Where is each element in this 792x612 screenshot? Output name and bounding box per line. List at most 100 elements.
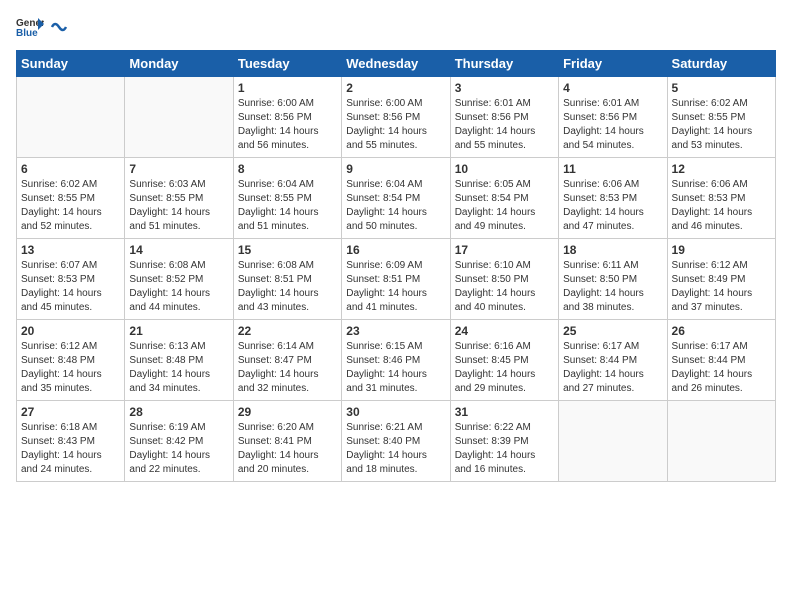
page-header: General Blue: [16, 16, 776, 38]
calendar-cell: 16 Sunrise: 6:09 AM Sunset: 8:51 PM Dayli…: [342, 239, 450, 320]
calendar-cell: 18 Sunrise: 6:11 AM Sunset: 8:50 PM Dayli…: [559, 239, 667, 320]
calendar-table: SundayMondayTuesdayWednesdayThursdayFrid…: [16, 50, 776, 482]
calendar-cell: [125, 77, 233, 158]
day-number: 29: [238, 405, 337, 419]
day-number: 27: [21, 405, 120, 419]
day-info: Sunrise: 6:04 AM Sunset: 8:54 PM Dayligh…: [346, 178, 445, 234]
day-info: Sunrise: 6:17 AM Sunset: 8:44 PM Dayligh…: [563, 340, 662, 396]
day-number: 14: [129, 243, 228, 257]
day-number: 26: [672, 324, 771, 338]
calendar-week-3: 13Sunrise: 6:07 AM Sunset: 8:53 PM Dayli…: [17, 239, 776, 320]
day-info: Sunrise: 6:01 AM Sunset: 8:56 PM Dayligh…: [455, 97, 554, 153]
day-number: 1: [238, 81, 337, 95]
calendar-cell: 5 Sunrise: 6:02 AM Sunset: 8:55 PM Daylig…: [667, 77, 775, 158]
calendar-cell: 24Sunrise: 6:16 AM Sunset: 8:45 PM Dayli…: [450, 320, 558, 401]
calendar-header-thursday: Thursday: [450, 51, 558, 77]
day-info: Sunrise: 6:12 AM Sunset: 8:49 PM Dayligh…: [672, 259, 771, 315]
day-info: Sunrise: 6:19 AM Sunset: 8:42 PM Dayligh…: [129, 421, 228, 477]
calendar-cell: [559, 401, 667, 482]
calendar-header-friday: Friday: [559, 51, 667, 77]
day-number: 18: [563, 243, 662, 257]
day-number: 3: [455, 81, 554, 95]
day-number: 5: [672, 81, 771, 95]
day-info: Sunrise: 6:00 AM Sunset: 8:56 PM Dayligh…: [346, 97, 445, 153]
calendar-cell: 11 Sunrise: 6:06 AM Sunset: 8:53 PM Dayli…: [559, 158, 667, 239]
day-info: Sunrise: 6:15 AM Sunset: 8:46 PM Dayligh…: [346, 340, 445, 396]
day-info: Sunrise: 6:06 AM Sunset: 8:53 PM Dayligh…: [563, 178, 662, 234]
day-number: 20: [21, 324, 120, 338]
day-info: Sunrise: 6:06 AM Sunset: 8:53 PM Dayligh…: [672, 178, 771, 234]
calendar-cell: 20 Sunrise: 6:12 AM Sunset: 8:48 PM Dayli…: [17, 320, 125, 401]
day-number: 2: [346, 81, 445, 95]
calendar-cell: 12Sunrise: 6:06 AM Sunset: 8:53 PM Dayli…: [667, 158, 775, 239]
day-info: Sunrise: 6:08 AM Sunset: 8:51 PM Dayligh…: [238, 259, 337, 315]
calendar-cell: 15 Sunrise: 6:08 AM Sunset: 8:51 PM Dayli…: [233, 239, 341, 320]
calendar-header-wednesday: Wednesday: [342, 51, 450, 77]
day-info: Sunrise: 6:05 AM Sunset: 8:54 PM Dayligh…: [455, 178, 554, 234]
calendar-cell: 10 Sunrise: 6:05 AM Sunset: 8:54 PM Dayli…: [450, 158, 558, 239]
calendar-cell: 13Sunrise: 6:07 AM Sunset: 8:53 PM Dayli…: [17, 239, 125, 320]
calendar-header-tuesday: Tuesday: [233, 51, 341, 77]
calendar-cell: 8Sunrise: 6:04 AM Sunset: 8:55 PM Daylig…: [233, 158, 341, 239]
day-info: Sunrise: 6:09 AM Sunset: 8:51 PM Dayligh…: [346, 259, 445, 315]
calendar-cell: 19 Sunrise: 6:12 AM Sunset: 8:49 PM Dayli…: [667, 239, 775, 320]
day-info: Sunrise: 6:18 AM Sunset: 8:43 PM Dayligh…: [21, 421, 120, 477]
calendar-header-sunday: Sunday: [17, 51, 125, 77]
day-info: Sunrise: 6:13 AM Sunset: 8:48 PM Dayligh…: [129, 340, 228, 396]
calendar-cell: 17Sunrise: 6:10 AM Sunset: 8:50 PM Dayli…: [450, 239, 558, 320]
calendar-cell: 2 Sunrise: 6:00 AM Sunset: 8:56 PM Daylig…: [342, 77, 450, 158]
day-number: 25: [563, 324, 662, 338]
day-number: 9: [346, 162, 445, 176]
calendar-cell: 30 Sunrise: 6:21 AM Sunset: 8:40 PM Dayli…: [342, 401, 450, 482]
calendar-cell: 21 Sunrise: 6:13 AM Sunset: 8:48 PM Dayli…: [125, 320, 233, 401]
day-info: Sunrise: 6:00 AM Sunset: 8:56 PM Dayligh…: [238, 97, 337, 153]
calendar-header-saturday: Saturday: [667, 51, 775, 77]
svg-text:Blue: Blue: [16, 28, 38, 38]
calendar-cell: 6 Sunrise: 6:02 AM Sunset: 8:55 PM Daylig…: [17, 158, 125, 239]
day-info: Sunrise: 6:11 AM Sunset: 8:50 PM Dayligh…: [563, 259, 662, 315]
calendar-cell: 27 Sunrise: 6:18 AM Sunset: 8:43 PM Dayli…: [17, 401, 125, 482]
day-number: 4: [563, 81, 662, 95]
calendar-cell: 4Sunrise: 6:01 AM Sunset: 8:56 PM Daylig…: [559, 77, 667, 158]
day-number: 23: [346, 324, 445, 338]
calendar-week-4: 20 Sunrise: 6:12 AM Sunset: 8:48 PM Dayli…: [17, 320, 776, 401]
day-number: 24: [455, 324, 554, 338]
logo: General Blue: [16, 16, 68, 38]
day-number: 21: [129, 324, 228, 338]
day-number: 15: [238, 243, 337, 257]
day-number: 8: [238, 162, 337, 176]
day-number: 28: [129, 405, 228, 419]
logo-icon: General Blue: [16, 16, 44, 38]
day-info: Sunrise: 6:12 AM Sunset: 8:48 PM Dayligh…: [21, 340, 120, 396]
day-info: Sunrise: 6:21 AM Sunset: 8:40 PM Dayligh…: [346, 421, 445, 477]
calendar-cell: 31Sunrise: 6:22 AM Sunset: 8:39 PM Dayli…: [450, 401, 558, 482]
day-info: Sunrise: 6:20 AM Sunset: 8:41 PM Dayligh…: [238, 421, 337, 477]
calendar-header-row: SundayMondayTuesdayWednesdayThursdayFrid…: [17, 51, 776, 77]
calendar-cell: 9 Sunrise: 6:04 AM Sunset: 8:54 PM Daylig…: [342, 158, 450, 239]
calendar-cell: 25 Sunrise: 6:17 AM Sunset: 8:44 PM Dayli…: [559, 320, 667, 401]
calendar-cell: 7Sunrise: 6:03 AM Sunset: 8:55 PM Daylig…: [125, 158, 233, 239]
day-number: 19: [672, 243, 771, 257]
calendar-header-monday: Monday: [125, 51, 233, 77]
day-number: 30: [346, 405, 445, 419]
day-number: 22: [238, 324, 337, 338]
day-info: Sunrise: 6:14 AM Sunset: 8:47 PM Dayligh…: [238, 340, 337, 396]
calendar-cell: 1 Sunrise: 6:00 AM Sunset: 8:56 PM Daylig…: [233, 77, 341, 158]
day-number: 10: [455, 162, 554, 176]
day-info: Sunrise: 6:03 AM Sunset: 8:55 PM Dayligh…: [129, 178, 228, 234]
day-info: Sunrise: 6:07 AM Sunset: 8:53 PM Dayligh…: [21, 259, 120, 315]
day-number: 16: [346, 243, 445, 257]
day-number: 11: [563, 162, 662, 176]
day-info: Sunrise: 6:22 AM Sunset: 8:39 PM Dayligh…: [455, 421, 554, 477]
calendar-cell: 28 Sunrise: 6:19 AM Sunset: 8:42 PM Dayli…: [125, 401, 233, 482]
calendar-cell: 22 Sunrise: 6:14 AM Sunset: 8:47 PM Dayli…: [233, 320, 341, 401]
day-number: 6: [21, 162, 120, 176]
calendar-cell: 3 Sunrise: 6:01 AM Sunset: 8:56 PM Daylig…: [450, 77, 558, 158]
calendar-cell: 29 Sunrise: 6:20 AM Sunset: 8:41 PM Dayli…: [233, 401, 341, 482]
calendar-cell: 14 Sunrise: 6:08 AM Sunset: 8:52 PM Dayli…: [125, 239, 233, 320]
calendar-week-5: 27 Sunrise: 6:18 AM Sunset: 8:43 PM Dayli…: [17, 401, 776, 482]
day-info: Sunrise: 6:02 AM Sunset: 8:55 PM Dayligh…: [672, 97, 771, 153]
day-info: Sunrise: 6:02 AM Sunset: 8:55 PM Dayligh…: [21, 178, 120, 234]
day-info: Sunrise: 6:08 AM Sunset: 8:52 PM Dayligh…: [129, 259, 228, 315]
logo-wave-icon: [50, 19, 68, 35]
